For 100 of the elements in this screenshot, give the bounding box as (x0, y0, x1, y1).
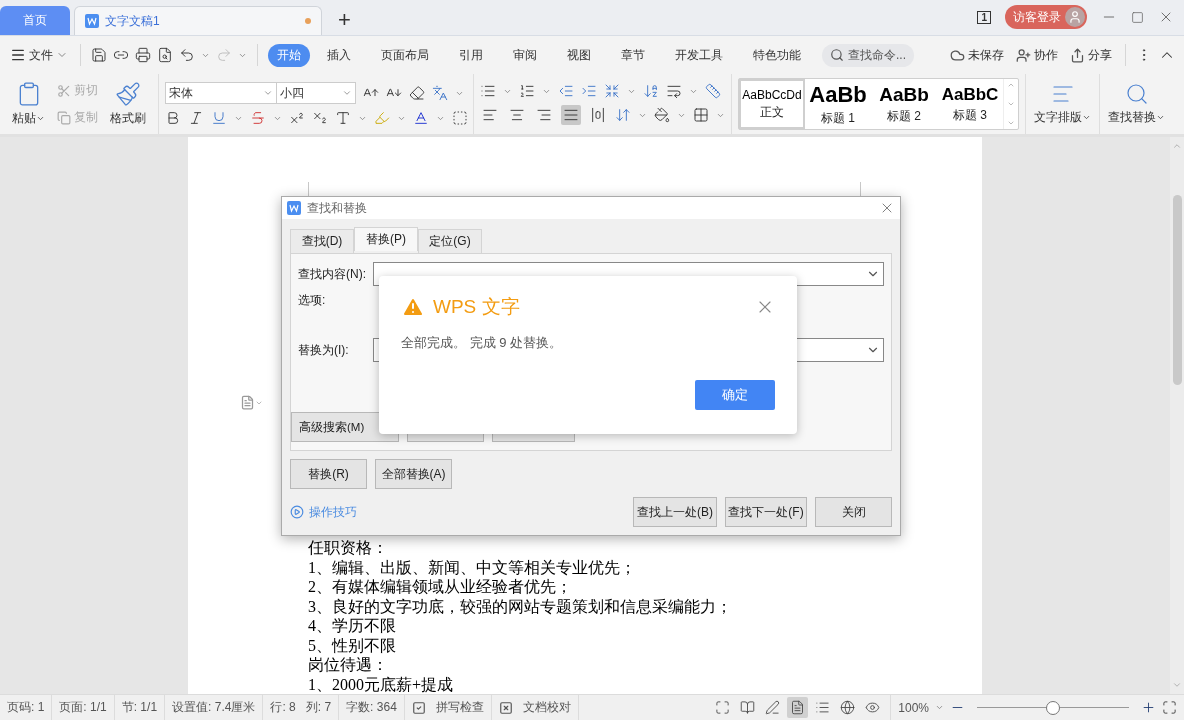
caret-icon (342, 88, 352, 98)
search-icon (830, 48, 844, 62)
spell-check-button[interactable]: 拼写检查 (404, 695, 492, 720)
caret-icon[interactable] (935, 703, 944, 712)
field-label: 选项: (298, 291, 327, 309)
ribbon-tab[interactable]: 视图 (558, 43, 600, 67)
command-search-field[interactable]: 查找命令... (822, 43, 914, 67)
maximize-icon[interactable] (1131, 10, 1144, 24)
add-user-icon (1016, 47, 1031, 63)
align-left-icon (482, 107, 498, 123)
superscript-icon[interactable] (289, 110, 305, 126)
pinyin-icon[interactable] (432, 85, 448, 101)
document-icon (85, 14, 99, 28)
ribbon-tab[interactable]: 引用 (450, 43, 492, 67)
align-center-icon (509, 107, 525, 123)
indent-icon[interactable] (581, 83, 597, 99)
subscript-icon[interactable] (312, 110, 328, 126)
scrollbar-thumb[interactable] (1172, 195, 1182, 385)
align-justify-button[interactable] (561, 105, 581, 125)
sort-icon[interactable] (643, 83, 659, 99)
italic-icon[interactable] (188, 110, 204, 126)
eraser-icon[interactable] (409, 85, 425, 101)
fit-page-icon[interactable] (1162, 700, 1177, 715)
zoom-thumb[interactable] (1046, 700, 1060, 715)
paintbrush-icon (115, 81, 141, 107)
caret-icon (36, 114, 45, 123)
status-item: 行: 8 (270, 699, 296, 716)
collaborate-button[interactable]: 协作 (1013, 46, 1061, 64)
asian-layout-icon[interactable] (604, 83, 620, 99)
unsaved-button[interactable]: 未保存 (947, 46, 1007, 64)
text-layout-button[interactable]: 文字排版 (1032, 80, 1093, 128)
text-effect-icon[interactable] (335, 110, 351, 126)
undo-icon[interactable] (179, 47, 195, 63)
status-item: 节: 1/1 (114, 695, 166, 720)
replace-button[interactable]: 替换(R) (290, 459, 367, 489)
char-border-icon[interactable] (452, 110, 468, 126)
save-icon[interactable] (91, 47, 107, 63)
paste-button[interactable]: 粘贴 (10, 79, 47, 129)
numbered-list-icon[interactable] (519, 83, 535, 99)
document-line: 2、有媒体编辑领域从业经验者优先； (308, 577, 573, 597)
ribbon-tab[interactable]: 页面布局 (372, 43, 438, 67)
font-size-select[interactable]: 小四 (276, 82, 356, 104)
format-painter-button[interactable]: 格式刷 (108, 79, 148, 129)
ribbon-tab[interactable]: 审阅 (504, 43, 546, 67)
x-box-icon (498, 700, 513, 715)
status-item: 页面: 1/1 (52, 695, 115, 720)
scroll-up-icon[interactable] (1007, 81, 1015, 89)
dialog-tab[interactable]: 替换(P) (354, 227, 418, 251)
zoom-in-icon[interactable] (1141, 700, 1156, 715)
find-replace-button[interactable]: 查找替换 (1106, 80, 1167, 128)
close-button[interactable]: 关闭 (815, 497, 892, 527)
window-count[interactable]: 1 (977, 10, 991, 24)
wrap-icon[interactable] (666, 83, 682, 99)
status-item: 列: 7 (305, 699, 332, 716)
app-icon (287, 201, 301, 215)
document-tab[interactable]: 文字文稿1 (74, 6, 322, 35)
shading-icon[interactable] (654, 107, 670, 123)
dialog-title: 查找和替换 (307, 199, 367, 217)
font-select[interactable]: 宋体 (165, 82, 277, 104)
scroll-down-icon[interactable] (1007, 100, 1015, 108)
pen-icon (765, 700, 781, 715)
replace-all-button[interactable]: 全部替换(A) (375, 459, 452, 489)
find-next-button[interactable]: 查找下一处(F) (725, 497, 807, 527)
ok-button[interactable]: 确定 (695, 380, 775, 410)
document-line: 3、良好的文字功底，较强的网站专题策划和信息采编能力； (308, 596, 733, 616)
bullet-list-icon[interactable] (480, 83, 496, 99)
document-line: 1、编辑、出版、新闻、中文等相关专业优先； (308, 557, 637, 577)
paragraph-menu-icon[interactable] (240, 395, 263, 410)
find-previous-button[interactable]: 查找上一处(B) (633, 497, 717, 527)
borders-icon[interactable] (693, 107, 709, 123)
status-item: 设置值: 7.4厘米 (165, 695, 264, 720)
dialog-tab[interactable]: 查找(D) (290, 229, 354, 253)
login-button[interactable]: 访客登录 (1005, 5, 1087, 29)
style-option[interactable]: AaBbCcDd 正文 (739, 79, 805, 129)
print-icon[interactable] (135, 47, 151, 63)
proofread-button[interactable]: 文档校对 (491, 695, 579, 720)
file-menu[interactable]: 文件 (8, 44, 70, 66)
line-spacing-icon[interactable] (615, 107, 631, 123)
dialog-tab[interactable]: 定位(G) (418, 229, 482, 253)
zoom-select[interactable]: 100% (898, 700, 929, 715)
word-count: 字数: 364 (339, 695, 405, 720)
ribbon-tab[interactable]: 开发工具 (666, 43, 732, 67)
new-tab-button[interactable]: + (338, 9, 351, 31)
page-view-button[interactable] (787, 697, 809, 718)
strikethrough-icon[interactable] (250, 110, 266, 126)
status-item: 页码: 1 (0, 695, 53, 720)
outdent-icon[interactable] (558, 83, 574, 99)
underline-icon[interactable] (211, 110, 227, 126)
expand-icon[interactable] (1007, 119, 1015, 127)
copy-icon (57, 110, 71, 125)
share-button[interactable]: 分享 (1067, 46, 1115, 64)
highlighter-icon[interactable] (374, 110, 390, 126)
ribbon-tab[interactable]: 特色功能 (744, 43, 810, 67)
preview-icon[interactable] (157, 47, 173, 63)
font-color-icon[interactable] (413, 110, 429, 126)
ribbon-tab[interactable]: 章节 (612, 43, 654, 67)
align-justify-icon (563, 107, 579, 123)
ruler-icon[interactable] (705, 83, 721, 99)
ribbon-tab[interactable]: 插入 (318, 43, 360, 67)
bold-icon[interactable] (165, 110, 181, 126)
